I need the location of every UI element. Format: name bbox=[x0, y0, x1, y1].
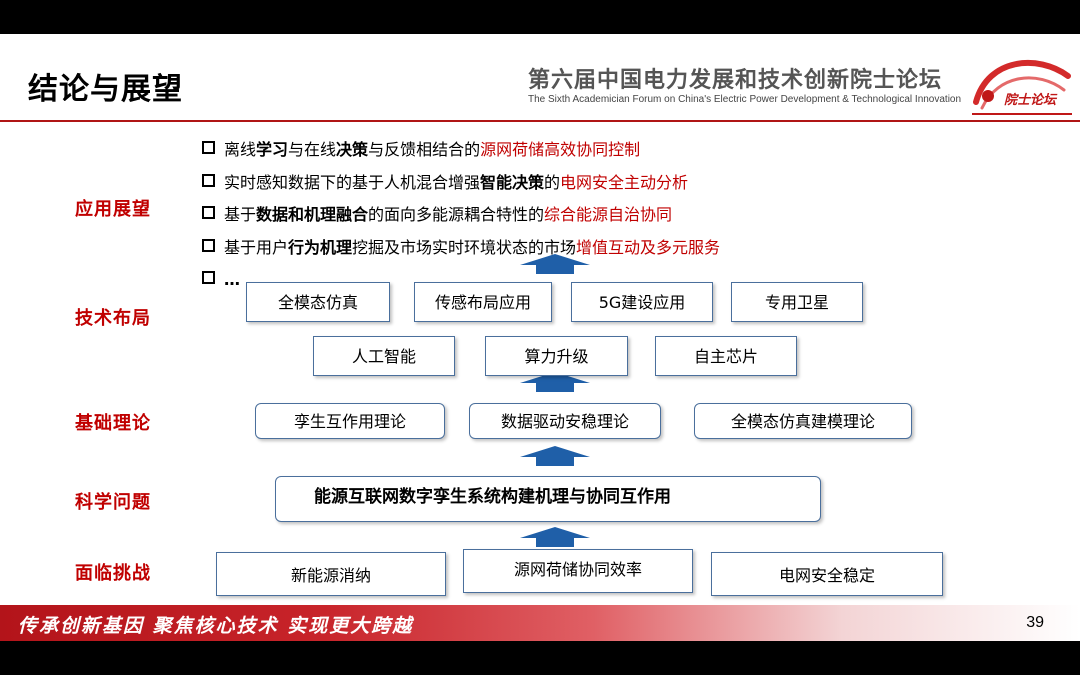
challenge-box-security: 电网安全稳定 bbox=[711, 552, 943, 596]
footer-banner: 传承创新基因 聚焦核心技术 实现更大跨越 39 bbox=[0, 605, 1080, 641]
tech-box-chip: 自主芯片 bbox=[655, 336, 797, 376]
challenge-box-coordination: 源网荷储协同效率 bbox=[463, 549, 693, 593]
footer-slogan: 传承创新基因 聚焦核心技术 实现更大跨越 bbox=[18, 615, 414, 637]
checkbox-square-icon bbox=[202, 173, 215, 187]
up-arrow-icon bbox=[520, 446, 590, 466]
checkbox-square-icon bbox=[202, 238, 215, 252]
tech-box-ai: 人工智能 bbox=[313, 336, 455, 376]
category-challenge: 面临挑战 bbox=[75, 563, 151, 584]
page-number: 39 bbox=[1026, 614, 1044, 631]
category-technology: 技术布局 bbox=[75, 308, 151, 329]
forum-title-en: The Sixth Academician Forum on China's E… bbox=[528, 94, 962, 105]
application-bullet-list: 离线学习与在线决策与反馈相结合的源网荷储高效协同控制 实时感知数据下的基于人机混… bbox=[202, 138, 720, 301]
challenge-box-renewable: 新能源消纳 bbox=[216, 552, 446, 596]
list-item: 基于数据和机理融合的面向多能源耦合特性的综合能源自治协同 bbox=[202, 203, 720, 236]
tech-box-5g: 5G建设应用 bbox=[571, 282, 713, 322]
category-application: 应用展望 bbox=[75, 199, 151, 220]
theory-box-data-driven-stability: 数据驱动安稳理论 bbox=[469, 403, 661, 439]
science-problem-box: 能源互联网数字孪生系统构建机理与协同互作用 bbox=[275, 476, 821, 522]
tech-box-full-modal-sim: 全模态仿真 bbox=[246, 282, 390, 322]
checkbox-square-icon bbox=[202, 141, 215, 154]
theory-box-twin-interaction: 孪生互作用理论 bbox=[255, 403, 445, 439]
logo-text: 院士论坛 bbox=[1004, 93, 1057, 108]
header-divider bbox=[0, 120, 1080, 122]
checkbox-square-icon bbox=[202, 271, 215, 284]
tech-box-sensor-layout: 传感布局应用 bbox=[414, 282, 552, 322]
forum-title-cn: 第六届中国电力发展和技术创新院士论坛 bbox=[528, 68, 943, 93]
checkbox-square-icon bbox=[202, 206, 215, 219]
theory-box-full-modal-modeling: 全模态仿真建模理论 bbox=[694, 403, 912, 439]
up-arrow-icon bbox=[520, 254, 590, 274]
list-item: 基于用户行为机理挖掘及市场实时环境状态的市场增值互动及多元服务 bbox=[202, 236, 720, 269]
tech-box-satellite: 专用卫星 bbox=[731, 282, 863, 322]
category-theory: 基础理论 bbox=[75, 413, 151, 434]
tech-box-compute: 算力升级 bbox=[485, 336, 628, 376]
category-science: 科学问题 bbox=[75, 492, 151, 513]
list-item: 离线学习与在线决策与反馈相结合的源网荷储高效协同控制 bbox=[202, 138, 720, 171]
up-arrow-icon bbox=[520, 527, 590, 547]
list-item: 实时感知数据下的基于人机混合增强智能决策的电网安全主动分析 bbox=[202, 171, 720, 204]
slide: 结论与展望 第六届中国电力发展和技术创新院士论坛 The Sixth Acade… bbox=[0, 34, 1080, 641]
page-title: 结论与展望 bbox=[28, 72, 183, 107]
